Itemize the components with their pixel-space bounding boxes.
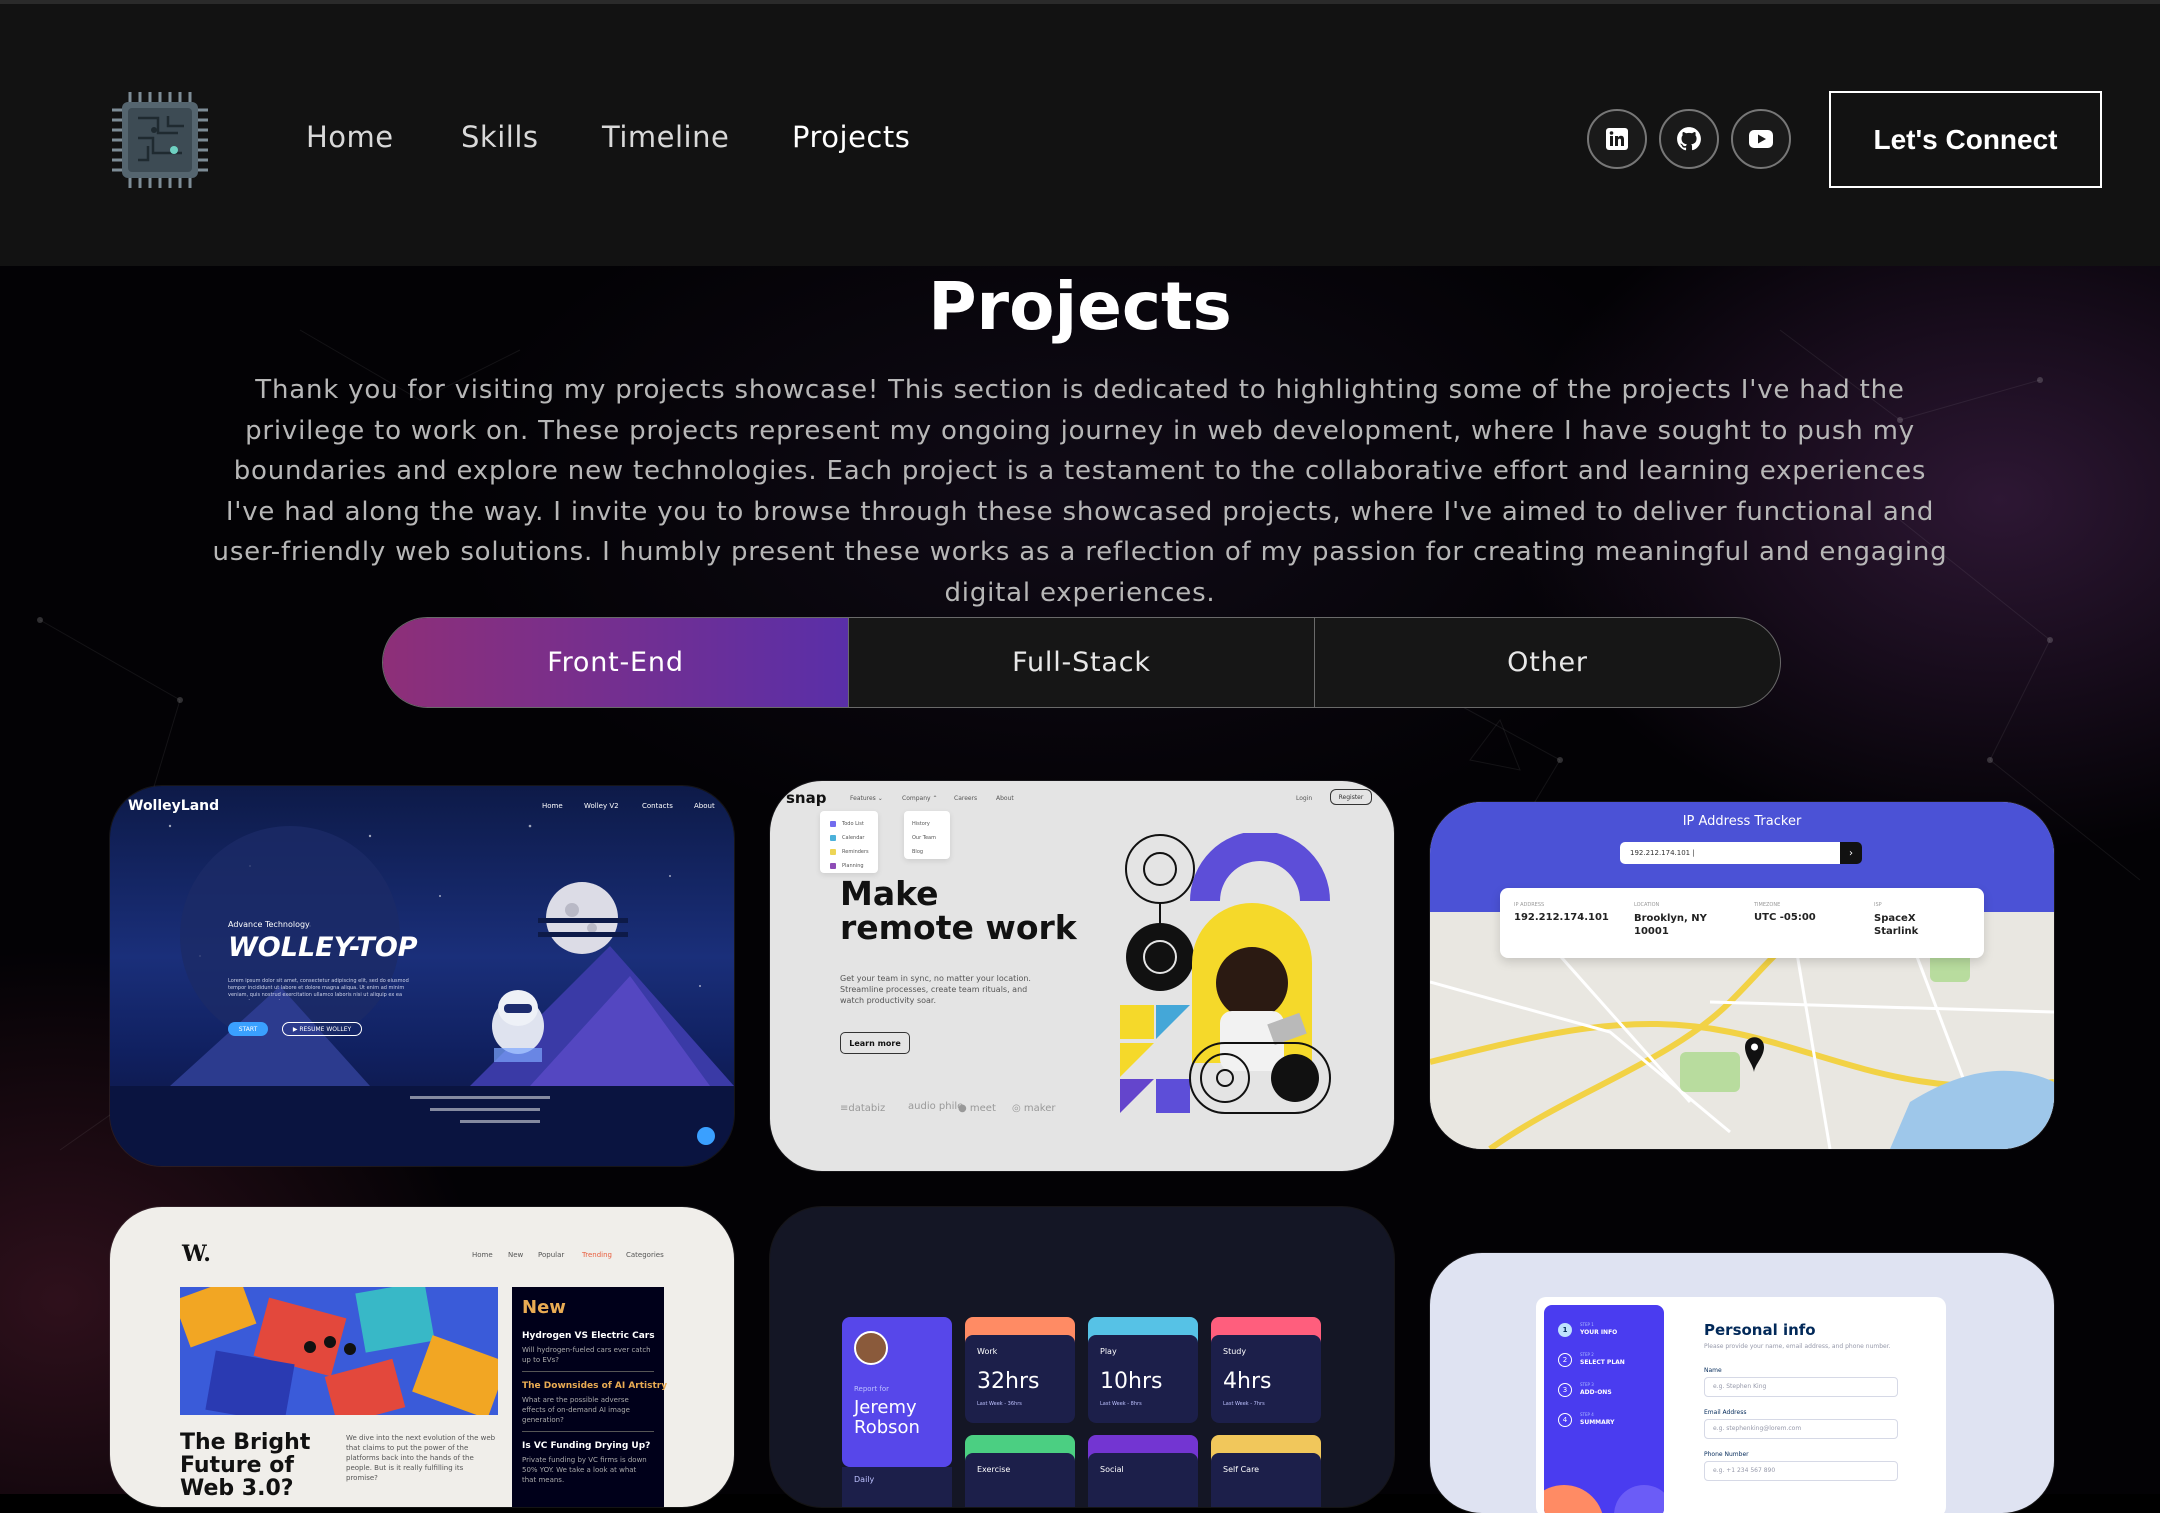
wolley-body: Lorem ipsum dolor sit amet, consectetur … bbox=[228, 978, 409, 1000]
snap-client-audiophile: audio phile bbox=[908, 1101, 964, 1112]
wolley-eyebrow: Advance Technology bbox=[228, 920, 310, 929]
wolley-nav-home: Home bbox=[542, 802, 563, 810]
nav-link-home[interactable]: Home bbox=[306, 120, 394, 154]
tracker-period-panel: Daily bbox=[842, 1467, 952, 1507]
wolley-start-button: START bbox=[228, 1022, 268, 1036]
form-steps-sidebar: 1 STEP 1 YOUR INFO 2 STEP 2 SELECT PLAN … bbox=[1544, 1305, 1664, 1513]
tracker-tile-social: Social bbox=[1088, 1435, 1198, 1507]
snap-geometric-illustration bbox=[1120, 833, 1331, 1114]
ip-results-panel: IP ADDRESS 192.212.174.101 LOCATION Broo… bbox=[1500, 888, 1984, 958]
snap-nav-company: Company ⌃ bbox=[902, 795, 938, 802]
news-nav-home: Home bbox=[472, 1251, 493, 1259]
tab-other[interactable]: Other bbox=[1315, 618, 1780, 707]
snap-headline-1: Make bbox=[840, 874, 939, 913]
tracker-tile-exercise: Exercise bbox=[965, 1435, 1075, 1507]
linkedin-icon bbox=[1606, 128, 1628, 150]
nav-link-skills[interactable]: Skills bbox=[461, 120, 538, 154]
github-button[interactable] bbox=[1659, 109, 1719, 169]
snap-brand: snap bbox=[786, 789, 827, 807]
project-card-ip-tracker[interactable]: IP Address Tracker 192.212.174.101 | › I… bbox=[1430, 802, 2054, 1149]
news-brand: W. bbox=[182, 1241, 211, 1267]
tracker-tile-study: Study 4hrs Last Week - 7hrs bbox=[1211, 1317, 1321, 1423]
github-icon bbox=[1677, 127, 1701, 151]
snap-learn-more: Learn more bbox=[840, 1032, 910, 1054]
project-card-wolley-top[interactable]: WolleyLand Home Wolley V2 Contacts About… bbox=[110, 786, 734, 1166]
snap-client-meet: ● meet bbox=[958, 1103, 996, 1114]
news-headline: The Bright Future of Web 3.0? bbox=[180, 1430, 311, 1501]
wolley-nav-contacts: Contacts bbox=[642, 802, 673, 810]
avatar bbox=[854, 1331, 888, 1365]
form-input-name: e.g. Stephen King bbox=[1704, 1377, 1898, 1397]
news-hero-illustration bbox=[180, 1287, 498, 1415]
project-card-multi-step-form[interactable]: 1 STEP 1 YOUR INFO 2 STEP 2 SELECT PLAN … bbox=[1430, 1253, 2054, 1513]
form-label-phone: Phone Number bbox=[1704, 1451, 1749, 1458]
tracker-tile-work: Work 32hrs Last Week - 36hrs bbox=[965, 1317, 1075, 1423]
ip-search-button: › bbox=[1840, 842, 1862, 864]
news-nav-trending: Trending bbox=[582, 1251, 612, 1259]
snap-body: Get your team in sync, no matter your lo… bbox=[840, 974, 1031, 1005]
nav-link-timeline[interactable]: Timeline bbox=[602, 120, 729, 154]
ip-title: IP Address Tracker bbox=[1682, 814, 1802, 829]
news-nav-categories: Categories bbox=[626, 1251, 664, 1259]
news-nav-new: New bbox=[508, 1251, 524, 1259]
snap-register: Register bbox=[1330, 789, 1372, 805]
chip-logo-icon[interactable] bbox=[108, 88, 212, 192]
site-header: Home Skills Timeline Projects Let's Conn… bbox=[0, 0, 2160, 266]
tracker-profile-card: Report for Jeremy Robson bbox=[842, 1317, 952, 1467]
snap-login: Login bbox=[1296, 795, 1313, 802]
project-card-snap[interactable]: snap Features ⌄ Company ⌃ Careers About … bbox=[770, 781, 1394, 1171]
form-input-phone: e.g. +1 234 567 890 bbox=[1704, 1461, 1898, 1481]
form-label-name: Name bbox=[1704, 1367, 1722, 1374]
ip-search-input: 192.212.174.101 | bbox=[1620, 842, 1840, 864]
tracker-tile-self-care: Self Care bbox=[1211, 1435, 1321, 1507]
snap-nav-features: Features ⌄ bbox=[850, 795, 883, 802]
youtube-icon bbox=[1749, 130, 1773, 148]
form-label-email: Email Address bbox=[1704, 1409, 1747, 1416]
wolley-brand: WolleyLand bbox=[128, 798, 220, 814]
page-title: Projects bbox=[928, 268, 1232, 345]
wolley-nav-about: About bbox=[694, 802, 715, 810]
tracker-tile-play: Play 10hrs Last Week - 8hrs bbox=[1088, 1317, 1198, 1423]
wolley-resume-button: ▶ RESUME WOLLEY bbox=[282, 1022, 362, 1036]
tab-front-end[interactable]: Front-End bbox=[383, 618, 849, 707]
youtube-button[interactable] bbox=[1731, 109, 1791, 169]
project-card-news-homepage[interactable]: W. Home New Popular Trending Categories … bbox=[110, 1207, 734, 1507]
snap-client-databiz: ≡databiz bbox=[840, 1103, 886, 1114]
news-new-sidebar: New Hydrogen VS Electric Cars Will hydro… bbox=[512, 1287, 667, 1507]
news-nav-popular: Popular bbox=[538, 1251, 565, 1259]
wolley-headline: WOLLEY-TOP bbox=[228, 932, 418, 963]
wolley-scene-illustration bbox=[110, 824, 734, 1166]
snap-headline-2: remote work bbox=[840, 908, 1077, 947]
snap-features-menu: Todo List Calendar Reminders Planning bbox=[820, 811, 878, 873]
snap-nav-careers: Careers bbox=[954, 795, 978, 802]
form-subtitle: Please provide your name, email address,… bbox=[1704, 1343, 1891, 1350]
snap-nav-about: About bbox=[996, 795, 1014, 802]
project-category-tabs: Front-End Full-Stack Other bbox=[382, 617, 1781, 708]
nav-link-projects[interactable]: Projects bbox=[792, 120, 910, 154]
linkedin-button[interactable] bbox=[1587, 109, 1647, 169]
project-card-time-tracker[interactable]: Report for Jeremy Robson Daily Work 32hr… bbox=[770, 1207, 1394, 1507]
tab-full-stack[interactable]: Full-Stack bbox=[849, 618, 1315, 707]
wolley-nav-v2: Wolley V2 bbox=[584, 802, 619, 810]
news-body: We dive into the next evolution of the w… bbox=[346, 1434, 496, 1482]
form-title: Personal info bbox=[1704, 1321, 1816, 1339]
lets-connect-button[interactable]: Let's Connect bbox=[1829, 91, 2102, 188]
snap-client-maker: ◎ maker bbox=[1012, 1103, 1056, 1114]
snap-company-menu: History Our Team Blog bbox=[904, 811, 950, 859]
form-container: 1 STEP 1 YOUR INFO 2 STEP 2 SELECT PLAN … bbox=[1536, 1297, 1946, 1513]
projects-intro: Thank you for visiting my projects showc… bbox=[212, 375, 1948, 608]
form-input-email: e.g. stephenking@lorem.com bbox=[1704, 1419, 1898, 1439]
